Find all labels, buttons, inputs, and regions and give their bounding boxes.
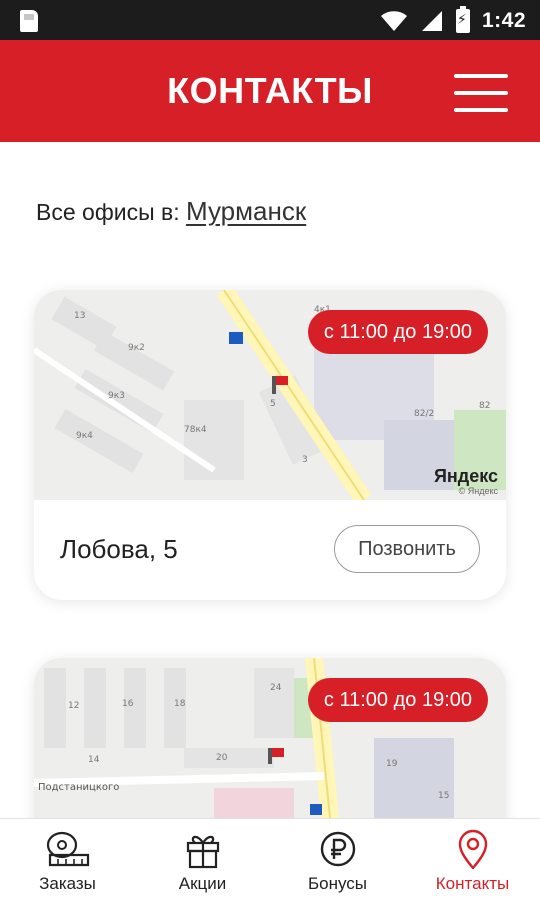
svg-text:82: 82 xyxy=(479,401,490,411)
menu-line-icon xyxy=(454,74,508,78)
offices-city-selector: Все офисы в: Мурманск xyxy=(36,196,306,227)
offices-prefix: Все офисы в: xyxy=(36,199,180,225)
battery-icon xyxy=(455,6,470,33)
city-link[interactable]: Мурманск xyxy=(186,196,306,226)
status-time: 1:42 xyxy=(481,9,526,32)
tab-orders[interactable]: Заказы xyxy=(0,819,135,900)
tab-label: Заказы xyxy=(39,874,96,893)
map-credit-sub: © Яндекс xyxy=(458,486,498,496)
office-address: Лобова, 5 xyxy=(60,534,178,564)
call-button[interactable]: Позвонить xyxy=(334,525,480,573)
tab-contacts[interactable]: Контакты xyxy=(405,819,540,900)
tab-label: Бонусы xyxy=(307,874,368,893)
tab-label: Контакты xyxy=(435,874,510,893)
menu-line-icon xyxy=(454,108,508,112)
hamburger-menu-button[interactable] xyxy=(454,72,508,114)
menu-line-icon xyxy=(454,91,508,95)
map-credit: Яндекс xyxy=(433,466,498,486)
tape-measure-icon xyxy=(46,831,89,867)
ruble-icon xyxy=(320,831,355,867)
sd-card-icon xyxy=(20,10,38,32)
tab-label: Акции xyxy=(178,874,227,893)
svg-text:19: 19 xyxy=(386,759,398,769)
svg-text:5: 5 xyxy=(270,399,276,409)
street-label: Подстаницкого xyxy=(38,782,119,793)
svg-text:12: 12 xyxy=(68,701,79,711)
svg-text:3: 3 xyxy=(302,455,308,465)
location-pin-icon xyxy=(458,829,487,869)
office-map[interactable]: 13 9к2 9к3 9к4 78к4 4к1 82/2 82 5 3 с 11:00 до … xyxy=(34,290,506,500)
office-card[interactable]: 13 9к2 9к3 9к4 78к4 4к1 82/2 82 5 3 с 11:00 до … xyxy=(34,290,506,600)
bottom-tab-bar: Заказы Акции Бонусы Контакты xyxy=(0,818,540,900)
svg-text:16: 16 xyxy=(122,699,134,709)
status-icons: 1:42 xyxy=(380,6,526,34)
svg-text:9к3: 9к3 xyxy=(108,391,125,401)
svg-text:14: 14 xyxy=(88,755,100,765)
svg-text:24: 24 xyxy=(270,683,282,693)
tab-promotions[interactable]: Акции xyxy=(135,819,270,900)
svg-text:18: 18 xyxy=(174,699,186,709)
working-hours-badge: с 11:00 до 19:00 xyxy=(307,310,488,354)
gift-icon xyxy=(186,835,219,869)
svg-text:13: 13 xyxy=(74,311,85,321)
svg-text:15: 15 xyxy=(438,791,449,801)
svg-text:78к4: 78к4 xyxy=(184,425,207,435)
working-hours-badge: с 11:00 до 19:00 xyxy=(307,678,488,722)
status-bar: 1:42 xyxy=(0,0,540,40)
wifi-icon xyxy=(380,11,407,31)
svg-text:82/2: 82/2 xyxy=(414,409,434,419)
signal-icon xyxy=(421,11,442,31)
svg-text:9к4: 9к4 xyxy=(76,431,93,441)
svg-text:9к2: 9к2 xyxy=(128,343,145,353)
app-header: КОНТАКТЫ xyxy=(0,40,540,142)
svg-text:20: 20 xyxy=(216,753,228,763)
tab-bonuses[interactable]: Бонусы xyxy=(270,819,405,900)
